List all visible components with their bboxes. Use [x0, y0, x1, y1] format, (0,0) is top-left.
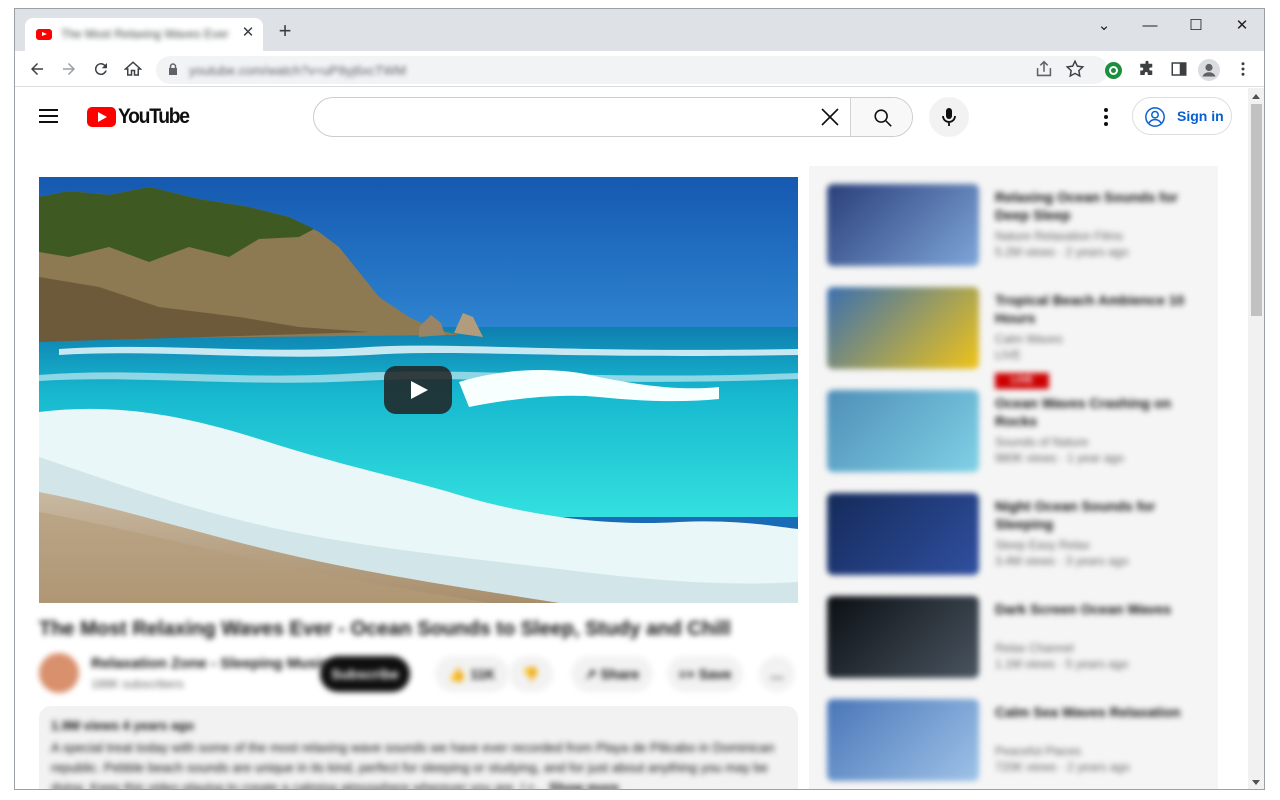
home-button[interactable]: [120, 56, 146, 82]
sign-in-label: Sign in: [1177, 108, 1224, 124]
search-icon: [874, 109, 892, 127]
extension-green-icon[interactable]: [1105, 62, 1122, 79]
recommended-title[interactable]: Calm Sea Waves Relaxation: [995, 703, 1185, 721]
puzzle-icon: [1140, 60, 1153, 75]
more-actions-button[interactable]: …: [759, 656, 795, 692]
recommended-channel: Peaceful Places 720K views · 2 years ago: [995, 744, 1130, 774]
recommended-thumbnail[interactable]: [827, 699, 979, 781]
side-panel-button[interactable]: [1166, 56, 1192, 82]
recommended-channel: Calm Waves LIVE: [995, 332, 1063, 362]
tab-strip: The Most Relaxing Waves Ever - Ocean Sou…: [15, 9, 1264, 51]
recommended-title[interactable]: Tropical Beach Ambience 10 Hours: [995, 291, 1185, 327]
back-arrow-icon: [31, 63, 43, 75]
address-bar[interactable]: youtube.com/watch?v=uP9yj6xcTWM: [156, 56, 1108, 84]
youtube-logo-text: YouTube: [118, 105, 190, 128]
tab-search-button[interactable]: ⌄: [1090, 15, 1118, 37]
recommended-title[interactable]: Night Ocean Sounds for Sleeping: [995, 497, 1185, 533]
settings-menu-button[interactable]: [1094, 105, 1118, 129]
forward-button[interactable]: [56, 56, 82, 82]
recommended-thumbnail[interactable]: [827, 493, 979, 575]
channel-name[interactable]: Relaxation Zone - Sleeping Music: [91, 655, 329, 672]
new-tab-button[interactable]: +: [274, 20, 296, 43]
maximize-button[interactable]: ☐: [1182, 15, 1210, 37]
view-count-date: 1.9M views 4 years ago: [51, 718, 195, 733]
share-page-icon[interactable]: [1033, 58, 1055, 80]
save-button[interactable]: ≡+ Save: [667, 656, 743, 692]
recommended-thumbnail[interactable]: [827, 184, 979, 266]
hamburger-icon: [39, 109, 58, 111]
recommended-video[interactable]: Calm Sea Waves Relaxation Peaceful Places…: [809, 699, 1218, 789]
play-button[interactable]: [384, 366, 452, 414]
side-panel-icon: [1171, 62, 1187, 76]
recommended-thumbnail[interactable]: [827, 287, 979, 369]
tab-title: The Most Relaxing Waves Ever - Ocean Sou…: [61, 27, 231, 41]
dislike-button[interactable]: 👎: [509, 656, 553, 692]
search-box: [313, 97, 913, 137]
browser-toolbar: youtube.com/watch?v=uP9yj6xcTWM: [15, 51, 1264, 87]
video-player[interactable]: [39, 177, 798, 603]
youtube-favicon-icon: [36, 29, 52, 40]
recommended-thumbnail[interactable]: [827, 390, 979, 472]
page-scrollbar[interactable]: [1248, 88, 1264, 789]
recommended-title[interactable]: Dark Screen Ocean Waves: [995, 600, 1185, 618]
youtube-play-logo-icon: [87, 107, 116, 127]
bookmark-star-icon[interactable]: [1064, 58, 1086, 80]
browser-menu-button[interactable]: [1230, 56, 1256, 82]
clear-search-icon[interactable]: [820, 107, 840, 127]
search-input[interactable]: [314, 98, 850, 136]
like-button[interactable]: 👍 11K: [435, 656, 509, 692]
recommended-channel: Nature Relaxation Films 5.2M views · 2 ye…: [995, 229, 1129, 259]
recommended-thumbnail[interactable]: [827, 596, 979, 678]
scroll-up-arrow-icon[interactable]: [1252, 94, 1260, 99]
reload-button[interactable]: [88, 56, 114, 82]
close-window-button[interactable]: ✕: [1228, 15, 1256, 37]
account-circle-icon: [1145, 107, 1165, 127]
url-text: youtube.com/watch?v=uP9yj6xcTWM: [189, 63, 407, 78]
description-text: A special treat today with some of the m…: [51, 738, 786, 789]
recommendations-panel: Relaxing Ocean Sounds for Deep Sleep Natu…: [809, 166, 1218, 789]
video-title: The Most Relaxing Waves Ever - Ocean Sou…: [39, 618, 731, 640]
recommended-video[interactable]: Relaxing Ocean Sounds for Deep Sleep Natu…: [809, 184, 1218, 284]
lock-icon: [169, 63, 177, 75]
scroll-down-arrow-icon[interactable]: [1252, 780, 1260, 785]
guide-menu-button[interactable]: [39, 106, 63, 130]
subscribe-button[interactable]: Subscribe: [320, 656, 410, 692]
browser-window: The Most Relaxing Waves Ever - Ocean Sou…: [14, 8, 1265, 790]
minimize-button[interactable]: —: [1136, 15, 1164, 37]
home-icon: [123, 61, 143, 76]
description-box[interactable]: 1.9M views 4 years ago A special treat t…: [39, 706, 798, 789]
youtube-page: YouTube Sign in The Most Relaxing Waves …: [15, 88, 1248, 789]
share-button[interactable]: ↗ Share: [571, 656, 653, 692]
recommended-video[interactable]: Dark Screen Ocean Waves Relax Channel 1.1M…: [809, 596, 1218, 696]
profile-avatar-icon[interactable]: [1198, 59, 1220, 81]
recommended-channel: Relax Channel 1.1M views · 5 years ago: [995, 641, 1129, 671]
browser-tab-youtube[interactable]: The Most Relaxing Waves Ever - Ocean Sou…: [25, 18, 263, 51]
recommended-title[interactable]: Ocean Waves Crashing on Rocks: [995, 394, 1185, 430]
recommended-video[interactable]: Ocean Waves Crashing on Rocks Sounds of N…: [809, 390, 1218, 490]
recommended-channel: Sleep Easy Relax 3.4M views · 3 years ago: [995, 538, 1129, 568]
forward-arrow-icon: [63, 63, 75, 75]
vertical-dots-icon: [1241, 62, 1245, 76]
show-more-link[interactable]: Show more: [549, 780, 619, 789]
recommended-video[interactable]: Night Ocean Sounds for Sleeping Sleep Eas…: [809, 493, 1218, 593]
sign-in-button[interactable]: Sign in: [1132, 97, 1232, 135]
back-button[interactable]: [24, 56, 50, 82]
extensions-button[interactable]: [1134, 56, 1160, 82]
search-button[interactable]: [850, 98, 912, 136]
scrollbar-thumb[interactable]: [1251, 104, 1262, 316]
channel-avatar[interactable]: [39, 653, 79, 693]
tab-close-button[interactable]: ✕: [239, 24, 257, 42]
recommended-channel: Sounds of Nature 980K views · 1 year ago: [995, 435, 1124, 465]
voice-search-button[interactable]: [929, 97, 969, 137]
recommended-video[interactable]: Tropical Beach Ambience 10 Hours Calm Wav…: [809, 287, 1218, 389]
channel-subscribers: 188K subscribers: [91, 677, 184, 691]
live-badge: LIVE: [995, 373, 1049, 389]
microphone-icon: [942, 108, 956, 126]
reload-icon: [94, 63, 107, 76]
recommended-title[interactable]: Relaxing Ocean Sounds for Deep Sleep: [995, 188, 1185, 224]
